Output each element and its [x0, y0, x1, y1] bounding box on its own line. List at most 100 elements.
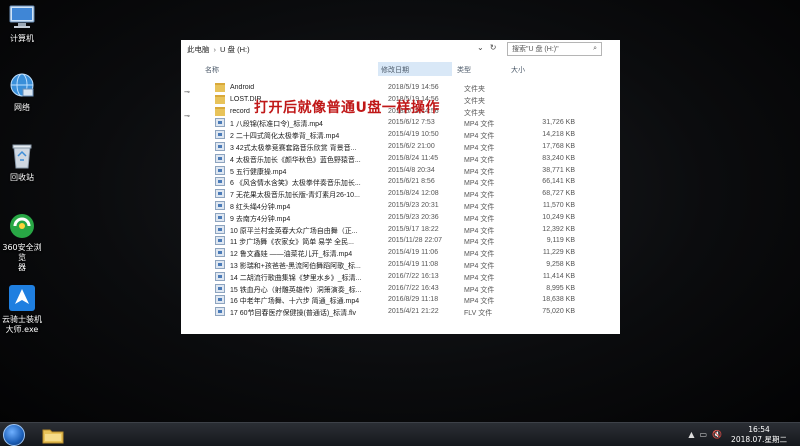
yunqishi-icon — [7, 284, 37, 312]
video-file-icon — [215, 189, 225, 199]
folder-icon — [215, 83, 225, 92]
file-type: MP4 文件 — [464, 263, 495, 270]
tray-expand-icon[interactable]: ▲ — [688, 430, 694, 439]
column-header-name[interactable]: 名称 — [205, 65, 219, 75]
desktop-icon-label: 回收站 — [10, 173, 34, 182]
desktop-icon-360-browser[interactable]: 360安全浏览 器 — [0, 212, 44, 273]
file-row[interactable]: Android 2018/5/19 14:56 文件夹 — [199, 82, 620, 94]
file-size: 68,727 KB — [542, 190, 575, 198]
search-input[interactable]: 搜索"U 盘 (H:)" ⌕ — [507, 42, 602, 56]
file-type: MP4 文件 — [464, 145, 495, 152]
file-date: 2016/8/29 11:18 — [388, 296, 439, 304]
file-row[interactable]: 9 去南方4分钟.mp4 2015/9/23 20:36 MP4 文件 10,249 … — [199, 212, 620, 224]
file-row[interactable]: 14 二胡流行歌曲集锦《梦里水乡》_标清... 2016/7/22 16:13 MP… — [199, 271, 620, 283]
file-size: 11,229 KB — [542, 249, 575, 257]
file-name: 6 《风含情水含笑》太极拳伴奏音乐加长... — [230, 180, 361, 188]
file-row[interactable]: 6 《风含情水含笑》太极拳伴奏音乐加长... 2015/6/21 8:56 MP4 … — [199, 176, 620, 188]
column-header-size[interactable]: 大小 — [511, 65, 525, 75]
video-file-icon — [215, 248, 225, 258]
file-type: MP4 文件 — [464, 156, 495, 164]
file-size: 9,258 KB — [546, 261, 575, 268]
file-type: MP4 文件 — [464, 180, 495, 188]
clock-date: 2018.07.星期二 — [731, 435, 787, 444]
column-header-type[interactable]: 类型 — [457, 65, 471, 75]
file-date: 2015/4/19 11:06 — [388, 249, 439, 257]
file-row[interactable]: 3 42式太极拳竞赛套路音乐欣赏 背景音... 2015/6/2 21:00 MP4… — [199, 141, 620, 153]
file-row[interactable]: 1 八段锦(标准口令)_标清.mp4 2015/6/12 7:53 MP4 文件 31… — [199, 117, 620, 129]
file-row[interactable]: 15 铁血丹心（射雕英雄传）洞箫演奏_标... 2016/7/22 16:43 MP… — [199, 283, 620, 295]
file-date: 2015/4/19 10:50 — [388, 131, 439, 139]
video-file-icon — [215, 295, 225, 305]
video-file-icon — [215, 307, 225, 317]
video-file-icon — [215, 177, 225, 187]
file-name: 10 原平兰村金英春大众广场自由舞（正... — [230, 227, 358, 235]
refresh-icon[interactable]: ↻ — [490, 43, 497, 52]
file-name: 1 八段锦(标准口令)_标清.mp4 — [230, 121, 323, 129]
file-date: 2015/9/23 20:36 — [388, 213, 439, 221]
file-date: 2015/6/2 21:00 — [388, 143, 435, 150]
volume-muted-icon[interactable]: 🔇 — [712, 430, 722, 439]
breadcrumb-usb-drive[interactable]: U 盘 (H:) — [220, 44, 250, 55]
file-size: 83,240 KB — [542, 154, 575, 162]
file-date: 2015/8/24 11:45 — [388, 154, 439, 162]
file-type: MP4 文件 — [464, 274, 495, 282]
file-type: 文件夹 — [464, 97, 485, 105]
file-row[interactable]: 12 鲁文鑫娃 ——油菜花儿开_标清.mp4 2015/4/19 11:06 MP4… — [199, 247, 620, 259]
desktop-icon-computer[interactable]: 计算机 — [0, 3, 44, 44]
desktop-icon-label: 网络 — [14, 103, 30, 112]
video-file-icon — [215, 165, 225, 175]
file-name: 16 中老年广场舞、十六步 简通_标通.mp4 — [230, 298, 360, 306]
file-row[interactable]: 10 原平兰村金英春大众广场自由舞（正... 2015/9/17 18:22 MP4… — [199, 224, 620, 236]
file-type: 文件夹 — [464, 109, 485, 117]
file-date: 2015/6/21 8:56 — [388, 178, 435, 186]
pin-icon[interactable]: ⊸ — [184, 112, 190, 120]
file-date: 2015/9/23 20:31 — [388, 202, 439, 209]
file-size: 11,570 KB — [542, 202, 575, 209]
file-size: 12,392 KB — [542, 225, 575, 233]
file-size: 10,249 KB — [542, 213, 575, 221]
file-row[interactable]: 5 五行健康操.mp4 2015/4/8 20:34 MP4 文件 38,771 KB — [199, 165, 620, 177]
chevron-down-icon[interactable]: ⌄ — [477, 43, 484, 52]
file-row[interactable]: 2 二十四式简化太极拳背_标清.mp4 2015/4/19 10:50 MP4 文件… — [199, 129, 620, 141]
desktop-icon-yunqishi[interactable]: 云骑士装机 大师.exe — [0, 284, 44, 335]
file-type: MP4 文件 — [464, 251, 495, 259]
file-row[interactable]: 7 无花果太极音乐加长版-青灯素月26-10... 2015/8/24 12:08… — [199, 188, 620, 200]
file-row[interactable]: 11 步广场舞《农家女》简单 易学 全民... 2015/11/28 22:07 M… — [199, 235, 620, 247]
file-date: 2015/6/12 7:53 — [388, 119, 435, 127]
navigation-pane: ⊸ ⊸ — [181, 58, 199, 334]
file-size: 8,995 KB — [546, 284, 575, 292]
file-type: MP4 文件 — [464, 298, 495, 306]
start-button[interactable] — [3, 424, 25, 446]
folder-icon — [215, 106, 225, 116]
file-name: 11 步广场舞《农家女》简单 易学 全民... — [230, 239, 354, 247]
file-name: 3 42式太极拳竞赛套路音乐欣赏 背景音... — [230, 145, 357, 152]
video-file-icon — [215, 201, 225, 210]
breadcrumb-this-pc[interactable]: 此电脑 — [187, 44, 210, 55]
file-row[interactable]: 4 太极音乐加长《颜华秋色》蓝色野猿音... 2015/8/24 11:45 MP4… — [199, 153, 620, 165]
column-header-date[interactable]: 修改日期 — [378, 62, 452, 76]
file-size: 38,771 KB — [542, 166, 575, 174]
video-file-icon — [215, 118, 225, 128]
network-status-icon[interactable]: ▭ — [699, 430, 707, 439]
video-file-icon — [215, 271, 225, 281]
file-type: MP4 文件 — [464, 239, 495, 247]
file-type: MP4 文件 — [464, 227, 495, 235]
file-row[interactable]: 16 中老年广场舞、十六步 简通_标通.mp4 2016/8/29 11:18 MP… — [199, 294, 620, 306]
taskbar-clock[interactable]: 16:54 2018.07.星期二 — [726, 425, 792, 445]
file-name: Android — [230, 84, 255, 91]
taskbar: ▲ ▭ 🔇 16:54 2018.07.星期二 — [0, 422, 800, 446]
file-explorer-taskbar-icon[interactable] — [42, 426, 64, 444]
column-header-row: 名称 修改日期 类型 大小 — [199, 62, 620, 76]
network-icon — [7, 72, 37, 100]
file-row[interactable]: 17 60节回春医疗保健操(普通话)_标清.flv 2015/4/21 21:22… — [199, 306, 620, 318]
desktop-icon-label: 360安全浏览 器 — [2, 243, 42, 272]
desktop-icon-recycle-bin[interactable]: 回收站 — [0, 142, 44, 183]
file-row[interactable]: 13 影瑞和+孩爸爸-黑流阿伯舞蹈阿歌_标... 2015/4/19 11:08 M… — [199, 259, 620, 271]
file-date: 2016/7/22 16:13 — [388, 272, 439, 280]
desktop-icon-network[interactable]: 网络 — [0, 72, 44, 113]
file-row[interactable]: 8 红头绳4分钟.mp4 2015/9/23 20:31 MP4 文件 11,570 … — [199, 200, 620, 212]
file-name: 4 太极音乐加长《颜华秋色》蓝色野猿音... — [230, 156, 361, 164]
address-bar: 此电脑 › U 盘 (H:) ⌄ ↻ 搜索"U 盘 (H:)" ⌕ — [181, 40, 620, 58]
file-size: 14,218 KB — [542, 131, 575, 139]
pin-icon[interactable]: ⊸ — [184, 88, 190, 96]
